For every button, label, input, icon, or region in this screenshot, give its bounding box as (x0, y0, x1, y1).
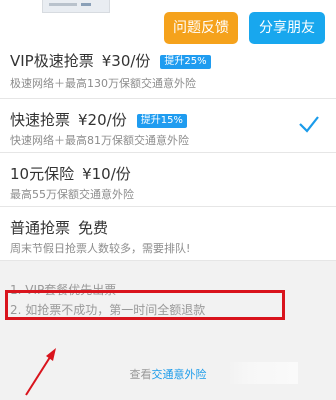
option-title: VIP极速抢票 ¥30/份 提升25% (10, 50, 211, 71)
option-desc: 极速网络＋最高130万保额交通意外险 (10, 77, 196, 90)
option-desc: 快速网络＋最高81万保额交通意外险 (10, 134, 189, 147)
watermark-blur (228, 362, 298, 384)
boost-badge: 提升25% (160, 55, 211, 69)
option-desc: 周末节假日抢票人数较多，需要排队! (10, 242, 191, 255)
boost-badge: 提升15% (136, 114, 187, 128)
option-insurance[interactable]: 10元保险 ¥10/份 最高55万保额交通意外险 (0, 153, 336, 207)
share-button[interactable]: 分享朋友 (249, 12, 325, 44)
option-title: 普通抢票 免费 (10, 219, 109, 237)
feedback-button[interactable]: 问题反馈 (164, 12, 238, 44)
option-normal[interactable]: 普通抢票 免费 周末节假日抢票人数较多，需要排队! (0, 207, 336, 261)
option-fast[interactable]: 快速抢票 ¥20/份 提升15% 快速网络＋最高81万保额交通意外险 (0, 99, 336, 153)
screenshot-thumbnail (42, 0, 110, 13)
insurance-link[interactable]: 交通意外险 (152, 368, 207, 381)
option-title: 快速抢票 ¥20/份 提升15% (10, 109, 187, 130)
option-vip[interactable]: VIP极速抢票 ¥30/份 提升25% 极速网络＋最高130万保额交通意外险 (0, 52, 336, 99)
checkmark-icon (299, 116, 319, 133)
option-title: 10元保险 ¥10/份 (10, 165, 131, 183)
thumbnail-bar (49, 3, 77, 6)
ticket-options-list: VIP极速抢票 ¥30/份 提升25% 极速网络＋最高130万保额交通意外险 快速抢… (0, 52, 336, 261)
footer-prefix: 查看 (129, 368, 152, 381)
thumbnail-bar (81, 3, 91, 6)
refund-highlight-box (5, 290, 285, 320)
option-desc: 最高55万保额交通意外险 (10, 188, 134, 201)
